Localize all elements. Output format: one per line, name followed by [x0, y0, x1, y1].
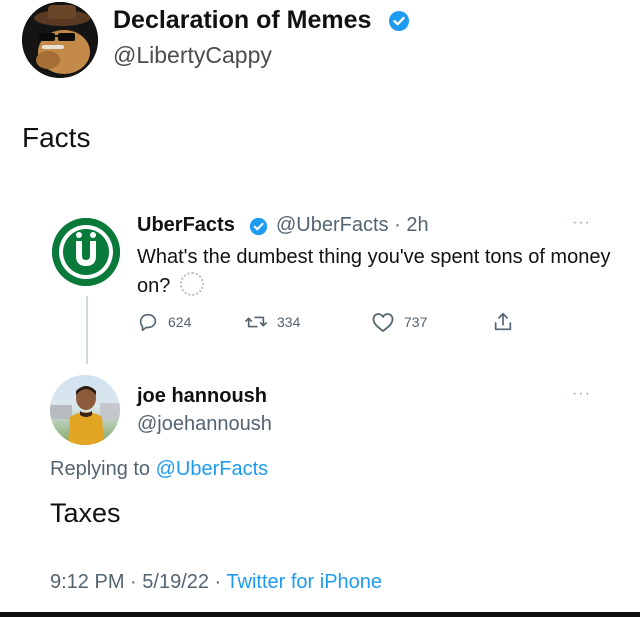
quoted-tweet-text: What's the dumbest thing you've spent to… [137, 243, 617, 301]
retweet-button[interactable]: 334 [244, 311, 300, 333]
reply-icon [139, 313, 157, 332]
replying-to-label: Replying to [50, 458, 151, 480]
retweet-icon [245, 316, 267, 328]
quoted-author-handle[interactable]: @UberFacts [276, 214, 389, 236]
capybara-avatar-icon [22, 2, 98, 78]
verified-badge-icon [249, 217, 268, 241]
person-photo-icon [50, 386, 120, 445]
verified-badge-icon [388, 10, 410, 37]
like-button[interactable]: 737 [371, 311, 427, 333]
tweet-source[interactable]: Twitter for iPhone [226, 571, 382, 593]
account-name[interactable]: Declaration of Memes [113, 6, 371, 35]
loading-spinner-icon [180, 272, 205, 296]
reply-author-handle[interactable]: @joehannoush [137, 413, 272, 436]
tweet-time[interactable]: 9:12 PM [50, 571, 124, 593]
replying-to-mention[interactable]: @UberFacts [156, 458, 269, 480]
like-count: 737 [404, 314, 428, 330]
post-caption: Facts [22, 122, 91, 153]
replying-to-line: Replying to @UberFacts [50, 458, 268, 481]
retweet-count: 334 [277, 314, 301, 330]
quoted-tweet-body: What's the dumbest thing you've spent to… [137, 246, 611, 297]
uberfacts-logo-icon [52, 218, 120, 286]
share-icon [494, 312, 512, 331]
tweet-date[interactable]: 5/19/22 [142, 571, 209, 593]
heart-icon [372, 313, 394, 332]
reply-count: 624 [168, 314, 192, 330]
quoted-author-handle-time[interactable]: @UberFacts · 2h [276, 214, 429, 237]
tweet-metadata: 9:12 PM · 5/19/22 · Twitter for iPhone [50, 571, 383, 593]
account-handle[interactable]: @LibertyCappy [113, 42, 272, 69]
reply-author-avatar[interactable] [50, 375, 120, 445]
account-avatar[interactable] [22, 2, 98, 78]
reply-tweet-text: Taxes [50, 498, 121, 528]
reply-button[interactable]: 624 [137, 311, 191, 333]
bottom-divider [0, 612, 640, 617]
more-options-icon[interactable]: ··· [572, 385, 591, 403]
thread-connector [86, 296, 88, 364]
quoted-author-name[interactable]: UberFacts [137, 214, 235, 237]
more-options-icon[interactable]: ··· [572, 214, 591, 232]
share-button[interactable] [492, 311, 523, 333]
reply-author-name[interactable]: joe hannoush [137, 385, 267, 408]
dot-separator: · [394, 214, 401, 236]
quoted-tweet-time[interactable]: 2h [406, 214, 428, 236]
uberfacts-avatar[interactable] [52, 218, 120, 286]
